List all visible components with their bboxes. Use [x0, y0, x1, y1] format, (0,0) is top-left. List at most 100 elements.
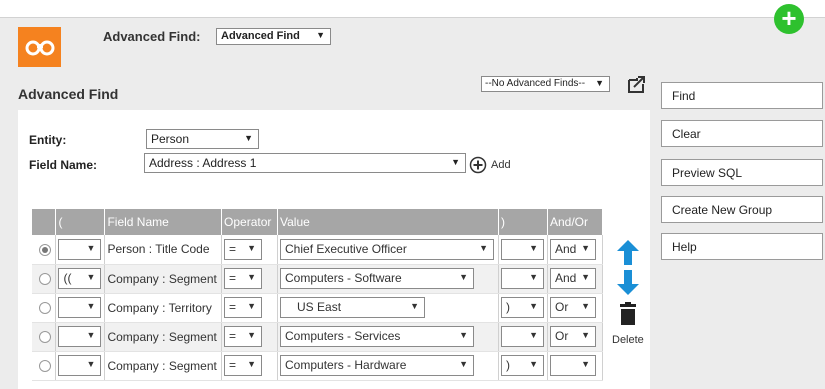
chevron-down-icon: ▼ — [86, 359, 96, 369]
chevron-down-icon: ▼ — [86, 330, 96, 340]
help-button[interactable]: Help — [661, 233, 823, 260]
field-name-cell: Company : Segment — [104, 322, 223, 352]
open-paren-select[interactable]: ▼ — [58, 238, 102, 260]
column-header-field-name: Field Name — [104, 209, 223, 235]
binoculars-logo-icon — [18, 27, 61, 67]
value-select[interactable]: Computers - Hardware ▼ — [280, 355, 475, 376]
move-down-icon[interactable] — [617, 270, 639, 295]
chevron-down-icon: ▼ — [479, 242, 489, 253]
move-up-icon[interactable] — [617, 240, 639, 265]
chevron-down-icon: ▼ — [316, 30, 325, 40]
and-or-select[interactable]: Or ▼ — [549, 326, 596, 347]
value-select[interactable]: US East ▼ — [280, 297, 426, 318]
and-or-select[interactable]: ▼ — [549, 355, 596, 376]
view-select[interactable]: Advanced Find ▼ — [216, 28, 331, 45]
row-radio[interactable] — [39, 302, 51, 315]
and-or-select[interactable]: And ▼ — [549, 238, 596, 260]
column-header-select — [32, 209, 57, 235]
field-name-cell: Company : Segment — [104, 264, 223, 294]
column-header-operator: Operator — [221, 209, 279, 235]
chevron-down-icon: ▼ — [247, 272, 257, 282]
add-field-label: Add — [491, 159, 511, 171]
row-radio[interactable] — [39, 244, 51, 257]
chevron-down-icon: ▼ — [247, 301, 257, 311]
chevron-down-icon: ▼ — [529, 242, 538, 253]
column-header-close-paren: ) — [498, 209, 548, 235]
chevron-down-icon: ▼ — [247, 242, 257, 253]
chevron-down-icon: ▼ — [247, 330, 257, 340]
open-paren-select[interactable]: ▼ — [58, 355, 102, 376]
chevron-down-icon: ▼ — [410, 301, 420, 311]
chevron-down-icon: ▼ — [595, 78, 604, 88]
open-paren-select[interactable]: ▼ — [58, 297, 102, 318]
entity-select-value: Person — [151, 132, 190, 146]
operator-select[interactable]: = ▼ — [224, 355, 263, 376]
chevron-down-icon: ▼ — [529, 272, 538, 282]
column-header-value: Value — [277, 209, 499, 235]
table-row: ((▼ Company : Segment = ▼ Computers - Sof… — [32, 264, 604, 294]
chevron-down-icon: ▼ — [244, 133, 253, 143]
chevron-down-icon: ▼ — [529, 359, 538, 369]
column-header-open-paren: ( — [55, 209, 106, 235]
table-row: ▼ Company : Segment = ▼ Computers - Hardw… — [32, 351, 604, 381]
close-paren-select[interactable]: ▼ — [501, 326, 544, 347]
save-find-icon[interactable] — [627, 76, 645, 97]
advanced-find-label: Advanced Find: — [103, 29, 201, 44]
chevron-down-icon: ▼ — [581, 272, 590, 282]
table-row: ▼ Person : Title Code = ▼ Chief Executive… — [32, 235, 604, 265]
operator-select[interactable]: = ▼ — [224, 297, 263, 318]
row-radio[interactable] — [39, 273, 51, 286]
chevron-down-icon: ▼ — [86, 242, 96, 253]
field-name-select[interactable]: Address : Address 1 ▼ — [144, 153, 466, 173]
entity-select[interactable]: Person ▼ — [146, 129, 259, 149]
field-name-cell: Company : Segment — [104, 351, 223, 381]
clear-button[interactable]: Clear — [661, 120, 823, 147]
chevron-down-icon: ▼ — [529, 301, 538, 311]
create-new-group-button[interactable]: Create New Group — [661, 196, 823, 223]
table-row: ▼ Company : Segment = ▼ Computers - Servi… — [32, 322, 604, 352]
field-name-cell: Company : Territory — [104, 293, 223, 323]
chevron-down-icon: ▼ — [247, 359, 257, 369]
and-or-select[interactable]: Or ▼ — [549, 297, 596, 318]
add-icon[interactable]: + — [774, 4, 804, 34]
open-paren-select[interactable]: ▼ — [58, 326, 102, 347]
row-action-icons: Delete — [612, 240, 644, 346]
top-bar — [0, 0, 825, 18]
row-radio[interactable] — [39, 331, 51, 344]
operator-select[interactable]: = ▼ — [224, 326, 263, 347]
chevron-down-icon: ▼ — [86, 301, 96, 311]
preview-sql-button[interactable]: Preview SQL — [661, 159, 823, 186]
table-row: ▼ Company : Territory = ▼ US East ▼ ) ▼ Or ▼ — [32, 293, 604, 323]
chevron-down-icon: ▼ — [581, 359, 590, 369]
criteria-table: ( Field Name Operator Value ) And/Or ▼ P… — [32, 209, 604, 381]
value-select[interactable]: Chief Executive Officer ▼ — [280, 238, 495, 260]
chevron-down-icon: ▼ — [581, 242, 590, 253]
open-paren-select[interactable]: ((▼ — [58, 268, 102, 289]
close-paren-select[interactable]: ▼ — [501, 268, 544, 289]
delete-label[interactable]: Delete — [612, 334, 644, 346]
chevron-down-icon: ▼ — [581, 330, 590, 340]
close-paren-select[interactable]: ) ▼ — [501, 355, 544, 376]
trash-icon[interactable] — [620, 302, 636, 325]
row-radio[interactable] — [39, 360, 51, 373]
operator-select[interactable]: = ▼ — [224, 268, 263, 289]
operator-select[interactable]: = ▼ — [224, 238, 263, 260]
value-select[interactable]: Computers - Services ▼ — [280, 326, 475, 347]
chevron-down-icon: ▼ — [86, 272, 96, 282]
column-header-and-or: And/Or — [547, 209, 604, 235]
value-select[interactable]: Computers - Software ▼ — [280, 268, 475, 289]
chevron-down-icon: ▼ — [459, 330, 469, 340]
close-paren-select[interactable]: ) ▼ — [501, 297, 544, 318]
saved-finds-select[interactable]: --No Advanced Finds-- ▼ — [481, 76, 610, 92]
entity-label: Entity: — [29, 133, 67, 147]
field-name-cell: Person : Title Code — [104, 235, 223, 265]
chevron-down-icon: ▼ — [529, 330, 538, 340]
chevron-down-icon: ▼ — [451, 157, 460, 167]
page-title: Advanced Find — [18, 86, 119, 102]
field-name-select-value: Address : Address 1 — [149, 156, 257, 170]
close-paren-select[interactable]: ▼ — [501, 238, 544, 260]
and-or-select[interactable]: And ▼ — [549, 268, 596, 289]
add-field-button[interactable]: Add — [469, 156, 511, 174]
find-button[interactable]: Find — [661, 82, 823, 109]
plus-circle-icon — [469, 156, 487, 174]
